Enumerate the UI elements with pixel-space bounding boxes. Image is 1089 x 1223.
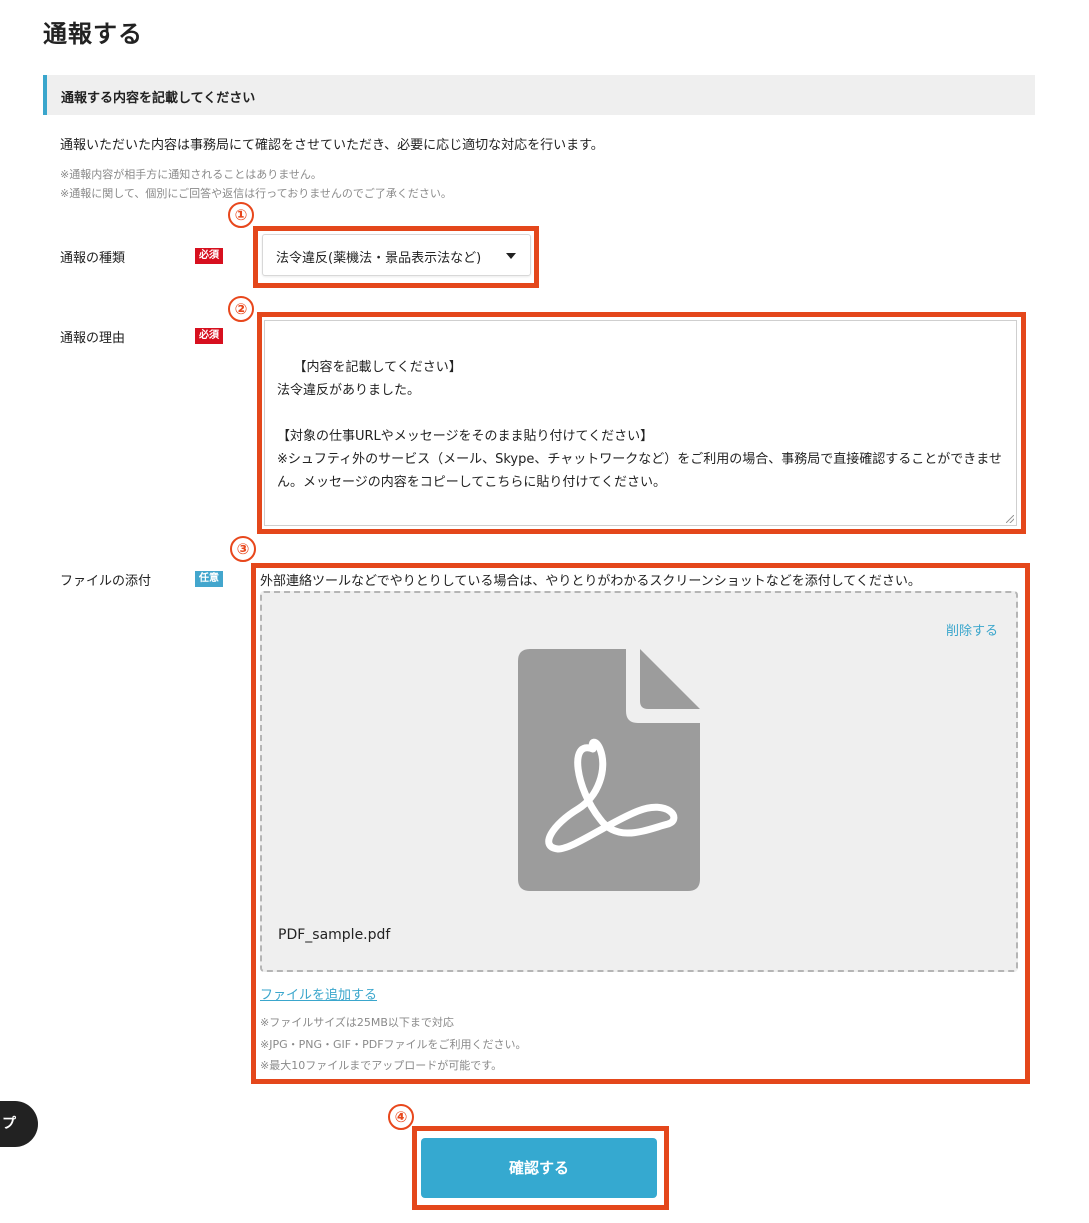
marker-4: ④ <box>388 1104 414 1130</box>
file-note: ※最大10ファイルまでアップロードが可能です。 <box>260 1059 503 1072</box>
marker-3: ③ <box>230 536 256 562</box>
report-page: 通報する 通報する内容を記載してください 通報いただいた内容は事務局にて確認をさ… <box>0 0 1089 1223</box>
chevron-down-icon <box>506 253 516 259</box>
intro-note: ※通報に関して、個別にご回答や返信は行っておりませんのでご了承ください。 <box>60 187 452 200</box>
file-note: ※JPG・PNG・GIF・PDFファイルをご利用ください。 <box>260 1038 527 1051</box>
page-title: 通報する <box>43 20 143 48</box>
marker-2: ② <box>228 296 254 322</box>
section-header-text: 通報する内容を記載してください <box>61 91 256 106</box>
report-type-select[interactable]: 法令違反(薬機法・景品表示法など) <box>262 234 531 276</box>
report-type-value: 法令違反(薬機法・景品表示法など) <box>276 251 482 266</box>
required-badge: 必須 <box>195 328 223 344</box>
section-header: 通報する内容を記載してください <box>43 75 1035 115</box>
resize-handle-icon[interactable] <box>1006 515 1014 523</box>
confirm-button[interactable]: 確認する <box>421 1138 657 1198</box>
required-badge: 必須 <box>195 248 223 264</box>
reason-label: 通報の理由 <box>60 331 126 346</box>
file-dropzone[interactable]: 削除する PDF_sample.pdf <box>260 591 1018 972</box>
file-note: ※ファイルサイズは25MB以下まで対応 <box>260 1016 454 1029</box>
attachment-description: 外部連絡ツールなどでやりとりしている場合は、やりとりがわかるスクリーンショットな… <box>260 574 921 589</box>
marker-1: ① <box>228 202 254 228</box>
optional-badge: 任意 <box>195 571 223 587</box>
intro-note: ※通報内容が相手方に通知されることはありません。 <box>60 168 322 181</box>
reason-text: 【内容を記載してください】 法令違反がありました。 【対象の仕事URLやメッセー… <box>277 360 1002 490</box>
type-label: 通報の種類 <box>60 251 126 266</box>
add-file-link[interactable]: ファイルを追加する <box>260 984 377 1003</box>
delete-file-link[interactable]: 削除する <box>946 620 998 639</box>
file-name: PDF_sample.pdf <box>278 927 391 943</box>
reason-textarea[interactable]: 【内容を記載してください】 法令違反がありました。 【対象の仕事URLやメッセー… <box>264 320 1017 526</box>
floating-side-button[interactable]: プ <box>0 1101 38 1147</box>
pdf-file-icon <box>518 649 700 891</box>
floating-button-label: プ <box>2 1116 16 1132</box>
attachment-label: ファイルの添付 <box>60 574 152 589</box>
intro-text: 通報いただいた内容は事務局にて確認をさせていただき、必要に応じ適切な対応を行いま… <box>60 138 604 153</box>
